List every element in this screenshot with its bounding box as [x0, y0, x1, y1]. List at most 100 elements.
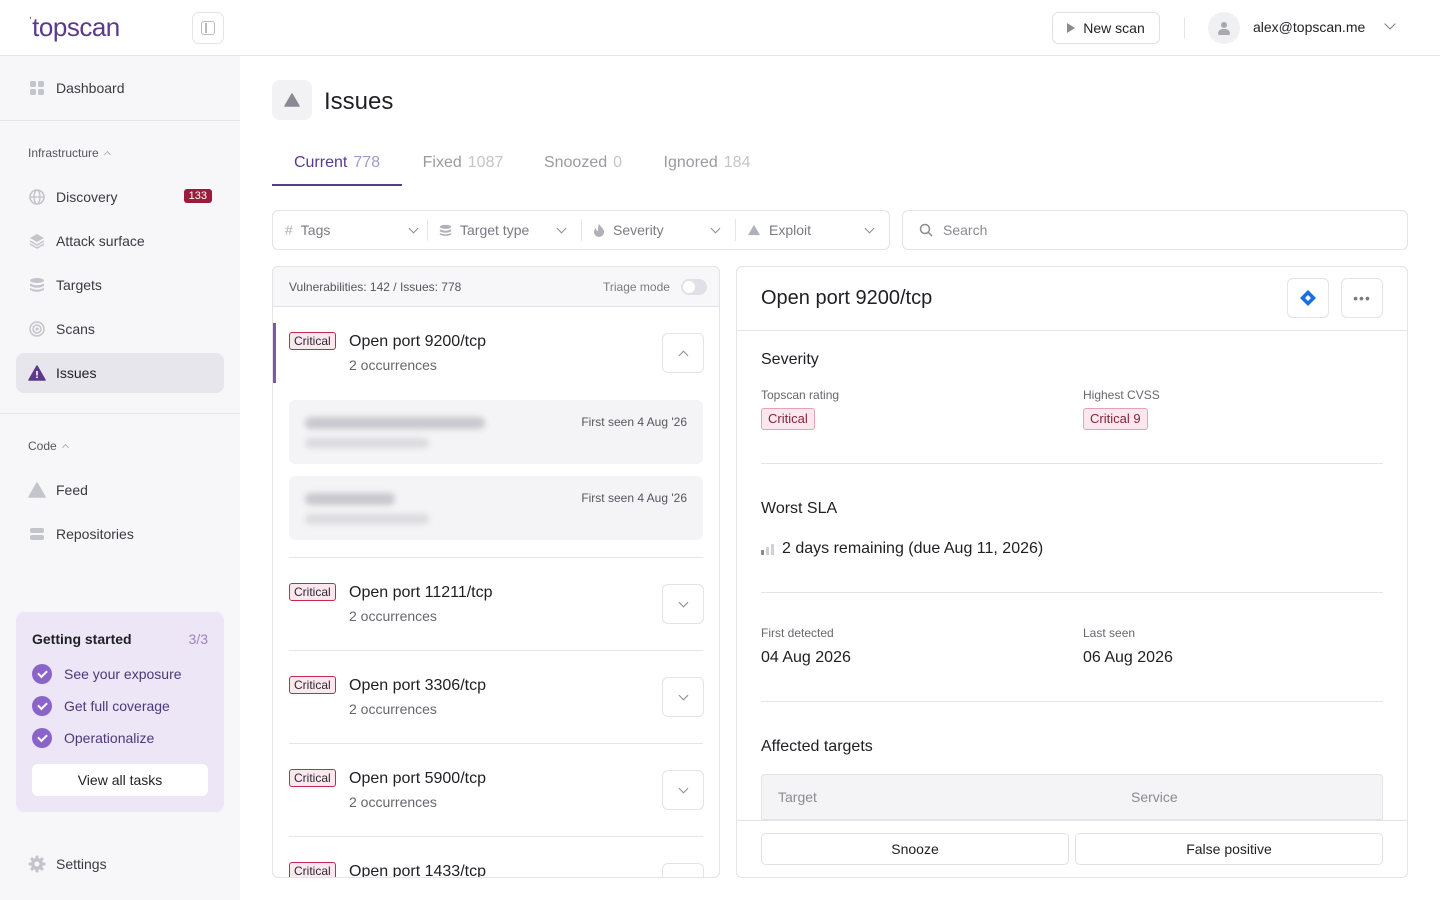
- chevron-down-icon: [678, 690, 689, 701]
- blurred-target: [305, 417, 485, 429]
- detail-header: Open port 9200/tcp •••: [737, 267, 1407, 331]
- page-icon: [272, 80, 312, 120]
- issue-row[interactable]: Critical Open port 11211/tcp 2 occurrenc…: [273, 574, 719, 634]
- sidebar-divider: [0, 413, 240, 414]
- jira-button[interactable]: [1287, 278, 1329, 318]
- expand-button[interactable]: [662, 770, 704, 810]
- issue-title: Open port 1433/tcp: [349, 863, 486, 878]
- issue-row[interactable]: Critical Open port 9200/tcp 2 occurrence…: [273, 323, 719, 383]
- last-seen-label: Last seen: [1083, 626, 1136, 640]
- flame-icon: [594, 224, 604, 237]
- highest-cvss-label: Highest CVSS: [1083, 388, 1160, 402]
- warning-icon: [748, 224, 760, 236]
- sla-value: 2 days remaining (due Aug 11, 2026): [761, 540, 1043, 558]
- sidebar-item-scans[interactable]: Scans: [16, 309, 224, 349]
- issue-occurrences: 2 occurrences: [349, 701, 437, 717]
- sidebar-item-settings[interactable]: Settings: [16, 844, 224, 884]
- snooze-button[interactable]: Snooze: [761, 833, 1069, 865]
- tab-ignored[interactable]: Ignored 184: [662, 146, 752, 186]
- issue-detail-panel: Open port 9200/tcp ••• Severity Topscan …: [736, 266, 1408, 878]
- search-input[interactable]: [943, 222, 1383, 238]
- user-email[interactable]: alex@topscan.me: [1253, 19, 1365, 35]
- view-all-tasks-button[interactable]: View all tasks: [32, 764, 208, 796]
- expand-button[interactable]: [662, 584, 704, 624]
- affected-targets-heading: Affected targets: [761, 738, 873, 755]
- tab-current[interactable]: Current 778: [272, 146, 402, 186]
- occurrence-item[interactable]: First seen 4 Aug '26: [289, 476, 703, 540]
- code-section-label[interactable]: Code: [28, 439, 69, 453]
- check-circle-icon: [32, 728, 52, 748]
- getting-started-progress: 3/3: [188, 631, 208, 647]
- warning-icon: [284, 93, 300, 107]
- page-title: Issues: [324, 88, 394, 115]
- blurred-service: [305, 438, 429, 448]
- chevron-down-icon[interactable]: [1384, 18, 1396, 30]
- chevron-down-icon: [678, 783, 689, 794]
- sidebar-item-targets[interactable]: Targets: [16, 265, 224, 305]
- issue-title: Open port 11211/tcp: [349, 584, 493, 601]
- column-header-target[interactable]: Target: [778, 789, 817, 805]
- filter-severity[interactable]: Severity: [593, 211, 727, 249]
- filter-tags[interactable]: # Tags: [285, 211, 425, 249]
- filter-target-type[interactable]: Target type: [439, 211, 573, 249]
- severity-badge: Critical: [289, 862, 336, 877]
- issue-title: Open port 3306/tcp: [349, 677, 486, 694]
- collapse-button[interactable]: [662, 333, 704, 373]
- sidebar-divider: [0, 120, 240, 121]
- logo[interactable]: ˈtopscan: [28, 12, 120, 43]
- issue-row[interactable]: Critical Open port 1433/tcp: [273, 853, 719, 878]
- severity-badge: Critical: [289, 769, 336, 787]
- blurred-service: [305, 514, 429, 524]
- task-item[interactable]: See your exposure: [32, 664, 182, 684]
- warning-icon: [28, 481, 46, 499]
- chevron-down-icon: [556, 223, 567, 234]
- topscan-rating-badge: Critical: [761, 408, 815, 430]
- filter-bar: # Tags Target type Severity Exploit: [272, 210, 890, 250]
- task-item[interactable]: Get full coverage: [32, 696, 170, 716]
- hash-icon: #: [285, 222, 293, 238]
- detail-footer: Snooze False positive: [737, 820, 1407, 877]
- tab-snoozed[interactable]: Snoozed 0: [542, 146, 624, 186]
- sidebar-item-issues[interactable]: Issues: [16, 353, 224, 393]
- sidebar-item-dashboard[interactable]: Dashboard: [16, 68, 224, 108]
- triage-mode-toggle[interactable]: [681, 279, 707, 295]
- highest-cvss-badge: Critical 9: [1083, 408, 1148, 430]
- sidebar-item-discovery[interactable]: Discovery 133: [16, 177, 224, 217]
- chevron-down-icon: [864, 223, 875, 234]
- more-options-button[interactable]: •••: [1341, 278, 1383, 318]
- sidebar-item-repositories[interactable]: Repositories: [16, 514, 224, 554]
- database-icon: [28, 276, 46, 294]
- new-scan-button[interactable]: New scan: [1052, 12, 1160, 44]
- infrastructure-section-label[interactable]: Infrastructure: [28, 146, 111, 160]
- sidebar-item-attack-surface[interactable]: Attack surface: [16, 221, 224, 261]
- tab-fixed[interactable]: Fixed 1087: [422, 146, 504, 186]
- sidebar-item-feed[interactable]: Feed: [16, 470, 224, 510]
- ellipsis-icon: •••: [1353, 290, 1371, 306]
- section-divider: [761, 592, 1383, 593]
- false-positive-button[interactable]: False positive: [1075, 833, 1383, 865]
- search-box[interactable]: [902, 210, 1408, 250]
- issue-row[interactable]: Critical Open port 3306/tcp 2 occurrence…: [273, 667, 719, 727]
- search-icon: [919, 223, 933, 237]
- column-header-service[interactable]: Service: [1131, 789, 1178, 805]
- filter-exploit[interactable]: Exploit: [747, 211, 881, 249]
- expand-button[interactable]: [662, 677, 704, 717]
- warning-icon: [28, 364, 46, 382]
- topscan-rating-label: Topscan rating: [761, 388, 840, 402]
- issue-title: Open port 5900/tcp: [349, 770, 486, 787]
- getting-started-title: Getting started: [32, 631, 132, 647]
- dashboard-icon: [28, 79, 46, 97]
- top-bar: ˈtopscan New scan alex@topscan.me: [0, 0, 1440, 56]
- issue-row[interactable]: Critical Open port 5900/tcp 2 occurrence…: [273, 760, 719, 820]
- section-divider: [761, 463, 1383, 464]
- avatar[interactable]: [1208, 12, 1240, 44]
- row-divider: [289, 836, 703, 837]
- sidebar-collapse-button[interactable]: [192, 12, 224, 44]
- issue-occurrences: 2 occurrences: [349, 794, 437, 810]
- severity-heading: Severity: [761, 351, 819, 368]
- occurrence-item[interactable]: First seen 4 Aug '26: [289, 400, 703, 464]
- first-detected-label: First detected: [761, 626, 834, 640]
- task-item[interactable]: Operationalize: [32, 728, 154, 748]
- database-icon: [439, 224, 452, 236]
- expand-button[interactable]: [662, 863, 704, 877]
